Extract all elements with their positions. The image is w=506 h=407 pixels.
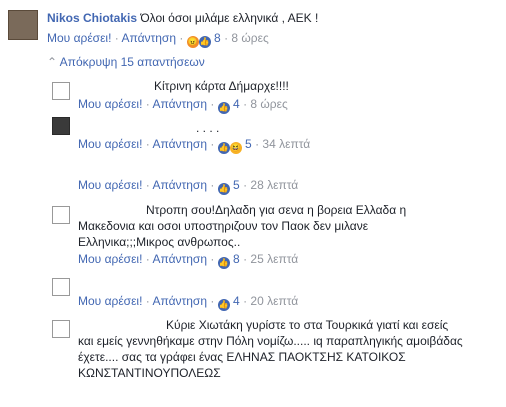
reply-line: Ελληνικα;;;Μικρος ανθρωπος.. <box>78 235 241 249</box>
like-button[interactable]: Μου αρέσει! <box>78 252 142 266</box>
reactions-summary[interactable]: 😠 👍 8 <box>186 31 224 48</box>
comment-actions: Μου αρέσει! · Απάντηση · 😠 👍 8 · 8 ώρες <box>47 31 269 48</box>
avatar[interactable] <box>52 278 70 296</box>
avatar[interactable] <box>52 117 70 135</box>
like-icon: 👍 <box>217 183 230 195</box>
reactions-count[interactable]: 5 <box>233 178 240 192</box>
avatar[interactable] <box>8 10 38 40</box>
reply-button[interactable]: Απάντηση <box>152 294 207 308</box>
like-button[interactable]: Μου αρέσει! <box>47 31 111 45</box>
reply-button[interactable]: Απάντηση <box>152 137 207 151</box>
reply-button[interactable]: Απάντηση <box>152 97 207 111</box>
timestamp[interactable]: 34 λεπτά <box>262 137 310 151</box>
reply-actions: Μου αρέσει! · Απάντηση · 👍 😆 5 · 34 λεπτά <box>78 137 311 154</box>
reply-line: Μακεδονια και οσοι υποστηριζουν τον Παοκ… <box>78 219 369 233</box>
like-icon: 👍 <box>217 257 230 269</box>
reactions-count[interactable]: 8 <box>214 31 221 45</box>
like-button[interactable]: Μου αρέσει! <box>78 97 142 111</box>
reply-actions: Μου αρέσει! · Απάντηση · 👍 4 · 20 λεπτά <box>78 294 299 311</box>
reply-button[interactable]: Απάντηση <box>121 31 176 45</box>
reply-line: έχετε.... σας τα γράφει ένας ΕΛΗΝΑΣ ΠΑΟΚ… <box>78 350 406 364</box>
reply-line: ΚΩΝΣΤΑΝΤΙΝΟΥΠΟΛΕΩΣ <box>78 366 221 380</box>
like-button[interactable]: Μου αρέσει! <box>78 294 142 308</box>
reply-button[interactable]: Απάντηση <box>152 252 207 266</box>
like-icon: 👍 <box>198 36 211 48</box>
reply-line: Κίτρινη κάρτα Δήμαρχε!!!! <box>154 79 289 93</box>
chevron-up-icon: ⌃ <box>47 55 58 69</box>
hide-replies-link[interactable]: ⌃ Απόκρυψη 15 απαντήσεων <box>47 54 205 70</box>
reactions-count[interactable]: 4 <box>233 97 240 111</box>
reactions-count[interactable]: 4 <box>233 294 240 308</box>
comment-author[interactable]: Nikos Chiotakis <box>47 11 137 25</box>
like-button[interactable]: Μου αρέσει! <box>78 137 142 151</box>
reply-actions: Μου αρέσει! · Απάντηση · 👍 4 · 8 ώρες <box>78 97 288 114</box>
avatar[interactable] <box>52 206 70 224</box>
reply-line: . . . . <box>196 121 220 135</box>
reply-text: . . . . <box>196 120 219 136</box>
reply-actions: Μου αρέσει! · Απάντηση · 👍 8 · 25 λεπτά <box>78 252 299 269</box>
reply-line: Ντροπη σου!Δηλαδη για σενα η βορεια Ελλα… <box>146 203 407 217</box>
reactions-count[interactable]: 5 <box>245 137 252 151</box>
reactions-count[interactable]: 8 <box>233 252 240 266</box>
comment-text: Όλοι όσοι μιλάμε ελληνικά , ΑΕΚ ! <box>140 11 319 25</box>
reply-line: και εμείς γεννηθήκαμε στην Πόλη νομίζω..… <box>78 334 463 348</box>
reply-line: Κύριε Χιωτάκη γυρίστε το στα Τουρκικά γι… <box>166 318 449 332</box>
avatar[interactable] <box>52 82 70 100</box>
angry-icon: 😠 <box>186 36 199 48</box>
timestamp[interactable]: 25 λεπτά <box>250 252 298 266</box>
like-icon: 👍 <box>217 142 230 154</box>
timestamp[interactable]: 8 ώρες <box>231 31 268 45</box>
reply-button[interactable]: Απάντηση <box>152 178 207 192</box>
like-icon: 👍 <box>217 299 230 311</box>
timestamp[interactable]: 8 ώρες <box>250 97 287 111</box>
reply-actions: Μου αρέσει! · Απάντηση · 👍 5 · 28 λεπτά <box>78 178 299 195</box>
comment-body: Nikos Chiotakis Όλοι όσοι μιλάμε ελληνικ… <box>47 10 318 26</box>
avatar[interactable] <box>52 320 70 338</box>
reply-text: Ντροπη σου!Δηλαδη για σενα η βορεια Ελλα… <box>146 202 406 218</box>
timestamp[interactable]: 28 λεπτά <box>250 178 298 192</box>
timestamp[interactable]: 20 λεπτά <box>250 294 298 308</box>
like-button[interactable]: Μου αρέσει! <box>78 178 142 192</box>
laugh-icon: 😆 <box>229 142 242 154</box>
like-icon: 👍 <box>217 102 230 114</box>
reply-text: Κίτρινη κάρτα Δήμαρχε!!!! <box>154 78 289 94</box>
